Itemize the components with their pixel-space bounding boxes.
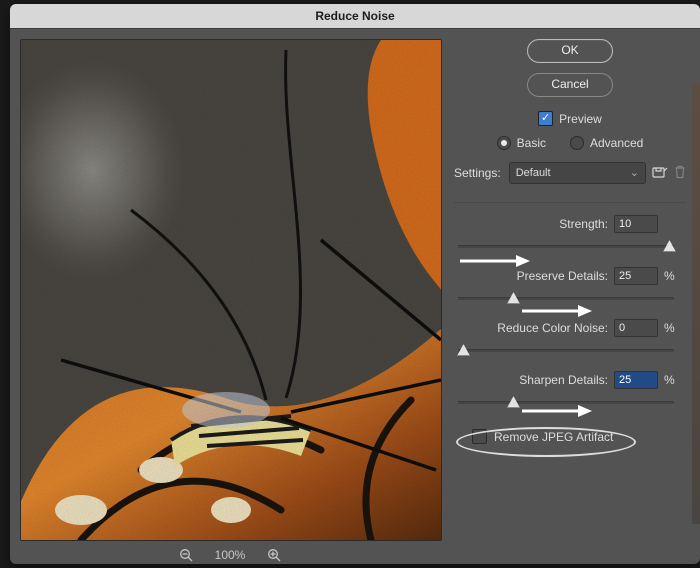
preserve-track[interactable] (458, 291, 674, 305)
checkbox-icon (472, 429, 487, 444)
radio-advanced-label: Advanced (590, 136, 643, 150)
preview-label: Preview (559, 112, 602, 126)
ok-button[interactable]: OK (527, 39, 613, 63)
radio-dot-icon (570, 136, 584, 150)
trash-icon (674, 165, 686, 182)
unit: % (664, 321, 676, 335)
zoom-level: 100% (215, 548, 246, 562)
radio-advanced[interactable]: Advanced (570, 136, 643, 150)
preview-image[interactable] (20, 39, 442, 541)
radio-dot-icon (497, 136, 511, 150)
strength-input[interactable]: 10 (614, 215, 658, 233)
colornoise-input[interactable]: 0 (614, 319, 658, 337)
radio-basic[interactable]: Basic (497, 136, 546, 150)
settings-row: Settings: Default ⌄ (452, 162, 688, 184)
slider-sharpen-details: Sharpen Details: 25 % (454, 371, 686, 409)
reduce-noise-dialog: Reduce Noise (10, 4, 700, 564)
dialog-body: 100% OK Cancel ✓ Preview Basi (10, 29, 700, 565)
settings-label: Settings: (454, 166, 501, 180)
slider-label: Preserve Details: (517, 269, 608, 283)
jpeg-label: Remove JPEG Artifact (494, 430, 613, 444)
slider-preserve-details: Preserve Details: 25 % (454, 267, 686, 305)
mode-radio-group: Basic Advanced (497, 136, 644, 150)
chevron-down-icon: ⌄ (630, 164, 639, 182)
settings-value: Default (516, 164, 551, 182)
preserve-input[interactable]: 25 (614, 267, 658, 285)
colornoise-track[interactable] (458, 343, 674, 357)
unit: % (664, 373, 676, 387)
controls-panel: OK Cancel ✓ Preview Basic Advanced Setti… (450, 29, 700, 565)
preview-toggle[interactable]: ✓ Preview (538, 111, 602, 126)
background-strip (692, 84, 700, 524)
unit: % (664, 269, 676, 283)
radio-basic-label: Basic (517, 136, 546, 150)
divider (454, 202, 686, 203)
zoom-bar: 100% (20, 543, 440, 567)
preview-pane: 100% (10, 29, 450, 565)
save-preset-icon[interactable] (652, 165, 668, 182)
slider-strength: Strength: 10 (454, 215, 686, 253)
slider-label: Sharpen Details: (519, 373, 608, 387)
zoom-out-icon[interactable] (179, 548, 193, 562)
checkmark-icon: ✓ (538, 111, 553, 126)
slider-label: Strength: (559, 217, 608, 231)
slider-label: Reduce Color Noise: (497, 321, 608, 335)
remove-jpeg-artifact-toggle[interactable]: Remove JPEG Artifact (454, 423, 686, 444)
cancel-button[interactable]: Cancel (527, 73, 613, 97)
strength-track[interactable] (458, 239, 674, 253)
sharpen-input[interactable]: 25 (614, 371, 658, 389)
zoom-in-icon[interactable] (267, 548, 281, 562)
sharpen-track[interactable] (458, 395, 674, 409)
slider-color-noise: Reduce Color Noise: 0 % (454, 319, 686, 357)
settings-select[interactable]: Default ⌄ (509, 162, 646, 184)
dialog-title: Reduce Noise (10, 4, 700, 29)
